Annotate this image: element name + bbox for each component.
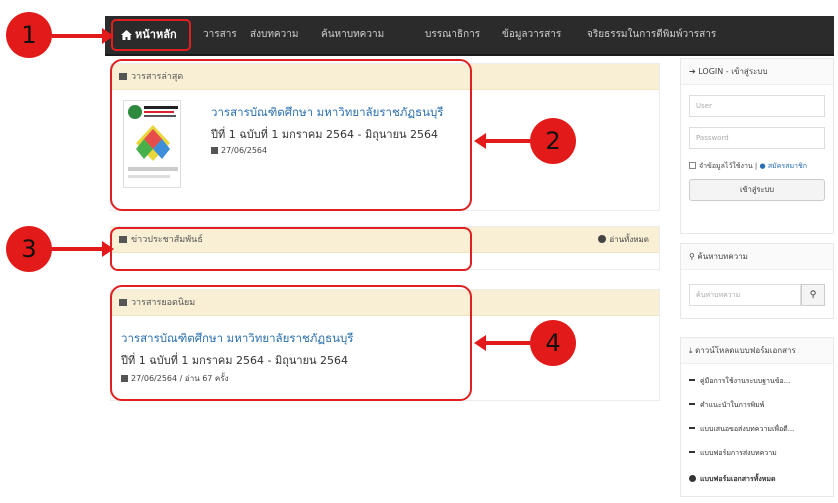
- login-button[interactable]: เข้าสู่ระบบ: [689, 179, 825, 201]
- download-item[interactable]: แบบเสนอขอส่งบทความเพื่อตี...: [689, 424, 794, 435]
- login-panel: ➔ LOGIN - เข้าสู่ระบบ User Password จำข้…: [680, 58, 834, 234]
- user-icon: ●: [759, 162, 766, 170]
- callout-2-arrow: [474, 133, 530, 149]
- downloads-heading: ⤓ ดาวน์โหลดแบบฟอร์มเอกสาร: [681, 338, 833, 364]
- highlight-news: [110, 227, 472, 271]
- downloads-panel: ⤓ ดาวน์โหลดแบบฟอร์มเอกสาร คู่มือการใช้งา…: [680, 337, 834, 497]
- remember-checkbox[interactable]: [689, 162, 696, 169]
- remember-row: จำข้อมูลไว้ใช้งาน | ● สมัครสมาชิก: [689, 161, 807, 172]
- callout-3-arrow: [52, 241, 114, 257]
- nav-journal-info[interactable]: ข้อมูลวารสาร: [502, 16, 561, 54]
- callout-1: 1: [6, 12, 52, 58]
- download-icon: ⤓: [689, 346, 693, 355]
- nav-home[interactable]: หน้าหลัก: [111, 19, 191, 51]
- register-link[interactable]: สมัครสมาชิก: [768, 162, 807, 170]
- login-heading: ➔ LOGIN - เข้าสู่ระบบ: [681, 59, 833, 85]
- search-icon: ⚲: [689, 252, 695, 261]
- read-all-link[interactable]: อ่านทั้งหมด: [598, 227, 649, 253]
- username-input[interactable]: User: [689, 95, 825, 117]
- download-item[interactable]: แบบฟอร์มการส่งบทความ: [689, 448, 777, 459]
- circle-arrow-icon: [598, 235, 607, 243]
- home-icon: [121, 30, 132, 40]
- callout-3: 3: [6, 226, 52, 272]
- callout-1-arrow: [52, 28, 114, 44]
- top-navbar: หน้าหลัก วารสาร ส่งบทความ ค้นหาบทความ บร…: [105, 16, 834, 56]
- callout-4: 4: [530, 320, 576, 366]
- search-input[interactable]: ค้นหาบทความ: [689, 284, 801, 306]
- search-panel: ⚲ ค้นหาบทความ ค้นหาบทความ ⚲: [680, 243, 834, 319]
- callout-4-arrow: [474, 335, 530, 351]
- search-heading: ⚲ ค้นหาบทความ: [681, 244, 833, 270]
- nav-journals[interactable]: วารสาร: [203, 16, 237, 54]
- download-item[interactable]: คู่มือการใช้งานระบบฐานข้อ...: [689, 376, 790, 387]
- all-downloads-link[interactable]: แบบฟอร์มเอกสารทั้งหมด: [689, 474, 776, 485]
- search-button[interactable]: ⚲: [801, 284, 825, 306]
- login-icon: ➔: [689, 67, 696, 76]
- password-input[interactable]: Password: [689, 127, 825, 149]
- download-item[interactable]: คำแนะนำในการพิมพ์: [689, 400, 764, 411]
- highlight-popular: [110, 285, 472, 401]
- nav-editors[interactable]: บรรณาธิการ: [425, 16, 480, 54]
- callout-2: 2: [530, 118, 576, 164]
- circle-arrow-icon: [689, 475, 696, 482]
- search-icon: ⚲: [809, 290, 817, 300]
- nav-search-article[interactable]: ค้นหาบทความ: [321, 16, 384, 54]
- nav-submit-article[interactable]: ส่งบทความ: [250, 16, 298, 54]
- nav-ethics[interactable]: จริยธรรมในการตีพิมพ์วารสาร: [587, 16, 716, 54]
- highlight-latest: [110, 59, 472, 211]
